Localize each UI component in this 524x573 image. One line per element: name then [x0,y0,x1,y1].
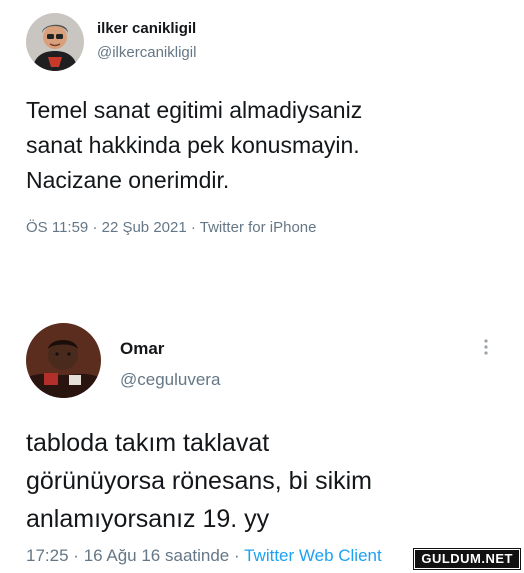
meta-separator: · [73,546,79,565]
more-vertical-icon[interactable] [481,338,491,356]
tweet-meta: 17:25 · 16 Ağu 16 saatinde · Twitter Web… [26,546,382,566]
tweet-time[interactable]: 17:25 [26,546,69,565]
watermark-logo: GULDUM.NET [414,549,520,569]
tweet-time[interactable]: ÖS 11:59 [26,219,88,236]
meta-separator: · [92,219,98,236]
tweet-1: ilker canikligil @ilkercanikligil Temel … [0,0,524,300]
display-name[interactable]: ilker canikligil [97,20,196,37]
meta-separator: · [190,219,196,236]
user-handle[interactable]: @ceguluvera [120,370,220,390]
tweet-2: Omar @ceguluvera tabloda takım taklavat … [0,300,524,573]
meta-separator: · [234,546,240,565]
display-name[interactable]: Omar [120,339,164,359]
tweet-source[interactable]: Twitter for iPhone [200,219,317,236]
user-handle[interactable]: @ilkercanikligil [97,44,196,61]
tweet-text: tabloda takım taklavat görünüyorsa rönes… [26,429,372,533]
avatar-omar[interactable] [26,323,101,398]
tweet-date[interactable]: 16 Ağu 16 saatinde [84,546,230,565]
tweet-meta: ÖS 11:59 · 22 Şub 2021 · Twitter for iPh… [26,219,316,236]
tweet-text: Temel sanat egitimi almadiysaniz sanat h… [26,97,363,193]
tweet-source[interactable]: Twitter Web Client [244,546,382,565]
avatar-ilker[interactable] [26,13,84,71]
tweet-date[interactable]: 22 Şub 2021 [102,219,187,236]
